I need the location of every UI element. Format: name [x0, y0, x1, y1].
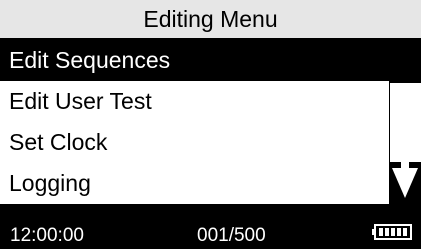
menu-item-edit-sequences[interactable]: Edit Sequences	[0, 40, 389, 81]
menu-item-label: Edit User Test	[9, 88, 152, 114]
battery-icon	[372, 224, 412, 240]
menu-item-label: Logging	[9, 170, 91, 196]
menu-title: Editing Menu	[143, 5, 278, 32]
status-bar: 12:00:00 001/500	[0, 204, 421, 249]
menu-list: Edit Sequences Edit User Test Set Clock …	[0, 40, 389, 204]
device-screen: Editing Menu Edit Sequences Edit User Te…	[0, 0, 421, 249]
arrow-down-icon	[392, 128, 418, 198]
menu-item-edit-user-test[interactable]: Edit User Test	[0, 81, 389, 122]
menu-item-label: Set Clock	[9, 129, 108, 155]
menu-item-set-clock[interactable]: Set Clock	[0, 122, 389, 163]
title-bar: Editing Menu	[0, 0, 421, 38]
menu-item-logging[interactable]: Logging	[0, 163, 389, 204]
status-time: 12:00:00	[10, 225, 84, 246]
menu-item-label: Edit Sequences	[9, 47, 171, 73]
status-count: 001/500	[197, 225, 266, 246]
